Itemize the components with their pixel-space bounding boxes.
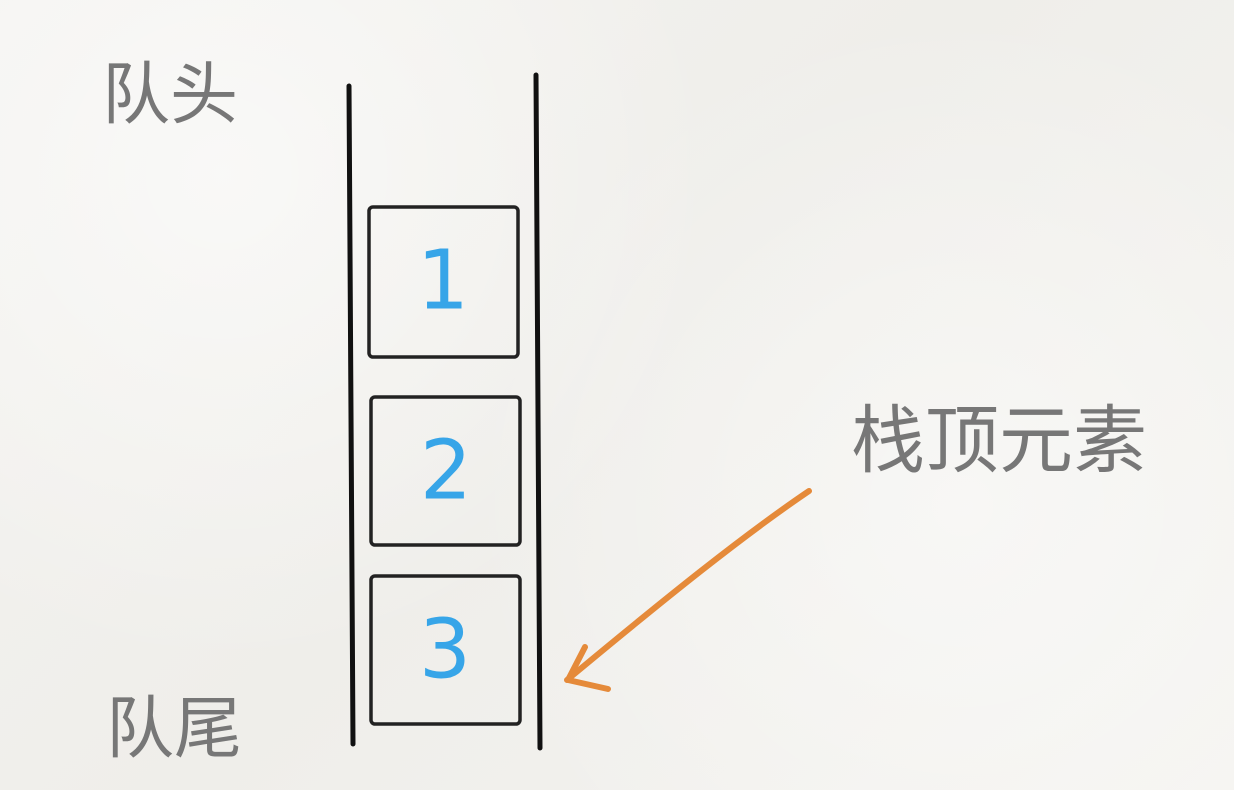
queue-stack-diagram: 1 2 3: [346, 72, 812, 751]
queue-right-wall: [533, 72, 543, 751]
diagram-canvas: 队头 队尾 栈顶元素 1 2 3: [0, 0, 1234, 790]
queue-item-value-2: 2: [420, 423, 472, 518]
queue-item-value-3: 3: [419, 602, 471, 697]
queue-item-value-1: 1: [417, 233, 469, 328]
stack-top-arrow-shaft: [564, 488, 812, 683]
queue-left-wall: [346, 83, 356, 747]
